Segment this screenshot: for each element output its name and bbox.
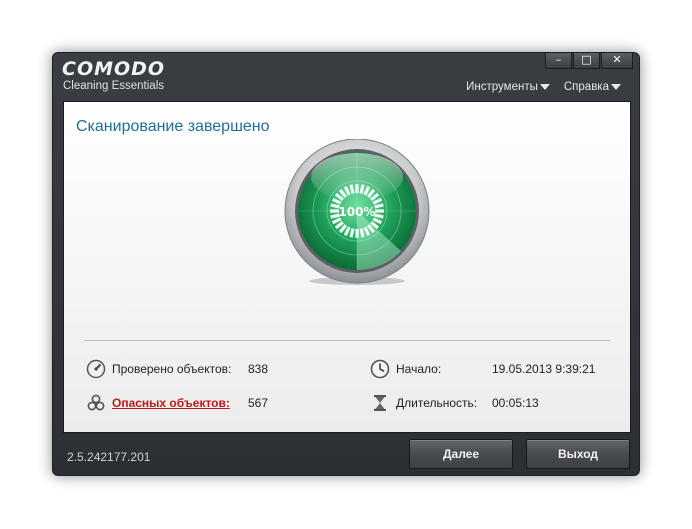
minimize-button[interactable]: –: [545, 53, 572, 69]
scan-radar-progress: 100%: [284, 139, 430, 285]
progress-segment: [374, 203, 384, 209]
menu-help-label: Справка: [563, 81, 609, 93]
progress-percent-label: 100%: [338, 205, 375, 219]
biohazard-icon: [86, 393, 106, 413]
main-panel: Сканирование завершено 100% Проверено об…: [63, 101, 631, 433]
checked-objects-row: Проверено объектов:: [86, 359, 231, 379]
duration-value: 00:05:13: [492, 396, 539, 410]
duration-row: Длительность:: [370, 393, 477, 413]
start-time-label: Начало:: [396, 362, 442, 376]
checked-objects-value: 838: [248, 362, 269, 376]
start-time-row: Начало:: [370, 359, 441, 379]
exit-button[interactable]: Выход: [526, 439, 630, 469]
danger-objects-row: Опасных объектов:: [86, 393, 230, 413]
duration-label: Длительность:: [396, 396, 478, 410]
close-button[interactable]: ✕: [601, 53, 633, 69]
product-subtitle: Cleaning Essentials: [63, 80, 165, 92]
brand: COMODO Cleaning Essentials: [62, 58, 165, 93]
danger-objects-value: 567: [248, 396, 269, 410]
window-controls: – □ ✕: [544, 53, 633, 69]
progress-segment: [349, 228, 355, 238]
comodo-logo: COMODO: [62, 58, 166, 80]
clock-icon: [370, 359, 390, 379]
menu-bar: Инструменты Справка: [466, 81, 621, 93]
gauge-icon: [86, 359, 106, 379]
maximize-button[interactable]: □: [573, 53, 600, 69]
hourglass-icon: [370, 393, 390, 413]
dropdown-arrow-icon: [611, 84, 621, 90]
version-label: 2.5.242177.201: [67, 450, 151, 464]
dropdown-arrow-icon: [539, 84, 550, 90]
menu-tools-label: Инструменты: [466, 81, 538, 93]
next-button[interactable]: Далее: [409, 439, 513, 469]
danger-objects-link[interactable]: Опасных объектов:: [112, 396, 230, 410]
divider: [84, 340, 610, 341]
start-time-value: 19.05.2013 9:39:21: [492, 362, 596, 376]
page-title: Сканирование завершено: [76, 118, 270, 135]
app-window: COMODO Cleaning Essentials – □ ✕ Инструм…: [52, 52, 640, 476]
progress-segment: [359, 228, 365, 238]
progress-segment: [374, 213, 384, 219]
menu-help[interactable]: Справка: [564, 81, 621, 93]
checked-objects-label: Проверено объектов:: [112, 362, 232, 376]
menu-tools[interactable]: Инструменты: [466, 81, 550, 93]
